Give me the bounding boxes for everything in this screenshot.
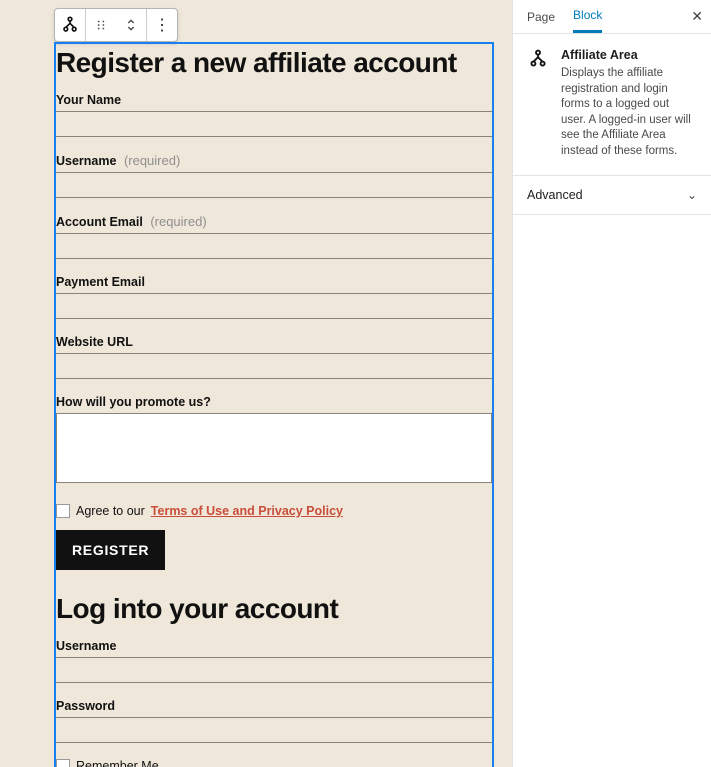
affiliate-area-block[interactable]: Register a new affiliate account Your Na… (54, 42, 494, 767)
panel-advanced-label: Advanced (527, 188, 583, 202)
drag-icon[interactable] (86, 9, 116, 41)
sidebar-tabs: Page Block ✕ (513, 0, 711, 34)
editor-canvas: Register a new affiliate account Your Na… (0, 0, 512, 767)
more-icon[interactable] (147, 9, 177, 41)
input-account-email[interactable] (56, 233, 492, 259)
label-website-url: Website URL (56, 335, 492, 349)
settings-sidebar: Page Block ✕ Affiliate Area Displays the… (512, 0, 711, 767)
label-username: Username (required) (56, 153, 492, 168)
field-login-username: Username (56, 639, 492, 683)
input-login-password[interactable] (56, 717, 492, 743)
move-icon[interactable] (116, 9, 146, 41)
input-payment-email[interactable] (56, 293, 492, 319)
affiliate-area-icon (527, 48, 551, 159)
tab-block[interactable]: Block (573, 0, 602, 33)
label-account-email: Account Email (required) (56, 214, 492, 229)
input-login-username[interactable] (56, 657, 492, 683)
label-account-email-required: (required) (150, 214, 206, 229)
checkbox-remember[interactable] (56, 759, 70, 767)
input-website-url[interactable] (56, 353, 492, 379)
label-username-text: Username (56, 154, 116, 168)
label-payment-email: Payment Email (56, 275, 492, 289)
label-login-username: Username (56, 639, 492, 653)
checkbox-agree[interactable] (56, 504, 70, 518)
remember-label: Remember Me (76, 759, 159, 767)
label-promote: How will you promote us? (56, 395, 492, 409)
input-your-name[interactable] (56, 111, 492, 137)
remember-row: Remember Me (56, 759, 492, 767)
block-title: Affiliate Area (561, 48, 697, 62)
field-username: Username (required) (56, 153, 492, 198)
field-payment-email: Payment Email (56, 275, 492, 319)
field-account-email: Account Email (required) (56, 214, 492, 259)
label-login-password: Password (56, 699, 492, 713)
block-toolbar (54, 8, 178, 42)
field-website-url: Website URL (56, 335, 492, 379)
chevron-down-icon: ⌄ (687, 188, 697, 202)
agree-text: Agree to our (76, 504, 145, 518)
block-info-text: Affiliate Area Displays the affiliate re… (561, 48, 697, 159)
panel-advanced[interactable]: Advanced ⌄ (513, 176, 711, 215)
label-username-required: (required) (124, 153, 180, 168)
login-section: Log into your account Username Password … (56, 594, 492, 767)
block-description: Displays the affiliate registration and … (561, 66, 697, 159)
textarea-promote[interactable] (56, 413, 492, 483)
agree-row: Agree to our Terms of Use and Privacy Po… (56, 504, 492, 518)
close-icon[interactable]: ✕ (691, 8, 703, 25)
label-your-name: Your Name (56, 93, 492, 107)
field-login-password: Password (56, 699, 492, 743)
terms-link[interactable]: Terms of Use and Privacy Policy (151, 504, 343, 518)
register-heading: Register a new affiliate account (56, 48, 492, 79)
block-type-icon[interactable] (55, 9, 85, 41)
field-your-name: Your Name (56, 93, 492, 137)
register-button[interactable]: REGISTER (56, 530, 165, 570)
block-info: Affiliate Area Displays the affiliate re… (513, 34, 711, 176)
input-username[interactable] (56, 172, 492, 198)
label-account-email-text: Account Email (56, 215, 143, 229)
field-promote: How will you promote us? (56, 395, 492, 488)
tab-page[interactable]: Page (527, 2, 555, 32)
login-heading: Log into your account (56, 594, 492, 625)
